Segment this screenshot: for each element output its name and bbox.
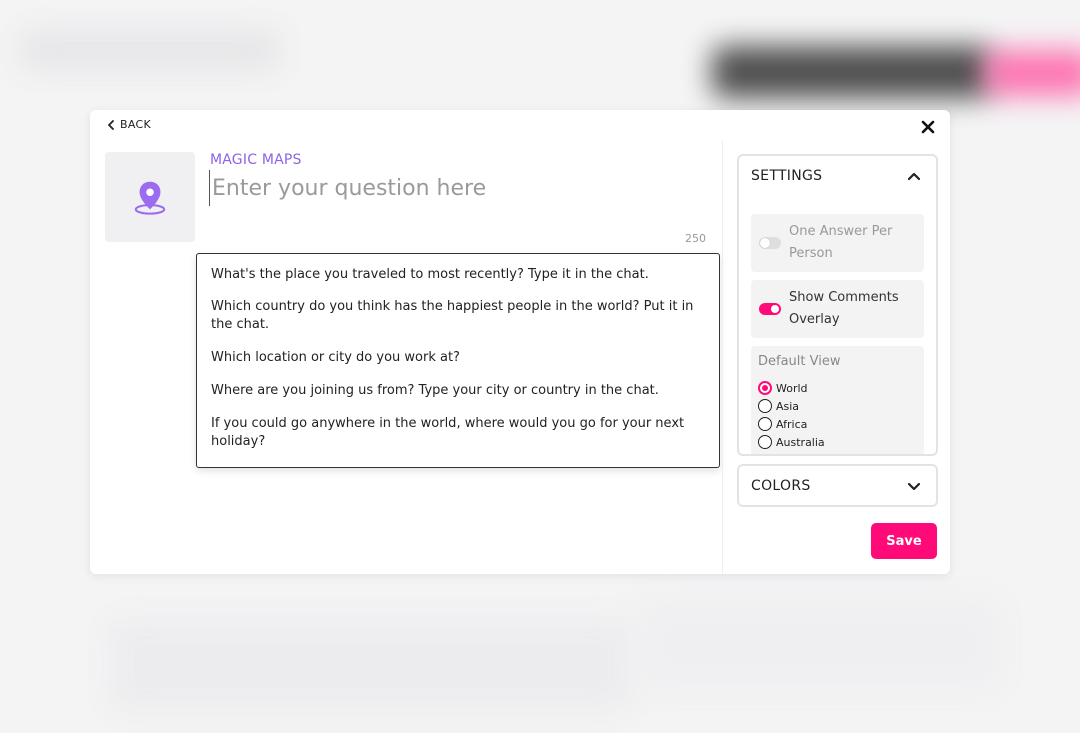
show-comments-option: Show Comments Overlay xyxy=(751,280,924,338)
radio-option-africa[interactable]: Africa xyxy=(758,415,917,433)
radio-option-asia[interactable]: Asia xyxy=(758,397,917,415)
default-view-group: Default View World Asia Africa Australia xyxy=(751,346,924,454)
char-limit-counter: 250 xyxy=(685,232,706,245)
show-comments-label: Show Comments Overlay xyxy=(789,290,899,327)
back-label: BACK xyxy=(120,118,151,131)
colors-accordion[interactable]: COLORS xyxy=(737,464,938,507)
show-comments-toggle[interactable] xyxy=(759,303,781,315)
colors-header[interactable]: COLORS xyxy=(739,466,936,505)
one-answer-toggle[interactable] xyxy=(759,237,781,249)
close-icon xyxy=(921,120,935,134)
radio-button[interactable] xyxy=(758,381,772,395)
background-shape xyxy=(985,50,1080,96)
question-type-label: MAGIC MAPS xyxy=(210,152,302,168)
back-button[interactable]: BACK xyxy=(106,118,151,131)
suggestion-item[interactable]: If you could go anywhere in the world, w… xyxy=(211,415,705,451)
question-input[interactable] xyxy=(209,170,709,206)
suggestion-item[interactable]: What's the place you traveled to most re… xyxy=(211,266,705,284)
one-answer-label: One Answer Per Person xyxy=(789,224,893,261)
map-pin-icon xyxy=(134,181,166,215)
background-shape xyxy=(110,620,630,710)
radio-button[interactable] xyxy=(758,435,772,449)
save-button[interactable]: Save xyxy=(871,523,937,559)
one-answer-option: One Answer Per Person xyxy=(751,214,924,272)
suggestion-item[interactable]: Where are you joining us from? Type your… xyxy=(211,382,705,400)
settings-panel: SETTINGS One Answer Per Person Show Comm… xyxy=(722,140,950,574)
radio-option-australia[interactable]: Australia xyxy=(758,433,917,451)
radio-label: Australia xyxy=(776,435,825,449)
background-shape xyxy=(20,30,280,70)
default-view-title: Default View xyxy=(758,354,841,369)
radio-label: Africa xyxy=(776,417,808,431)
radio-button[interactable] xyxy=(758,399,772,413)
settings-title: SETTINGS xyxy=(751,168,823,184)
suggestion-item[interactable]: Which country do you think has the happi… xyxy=(211,298,705,334)
radio-option-world[interactable]: World xyxy=(758,379,917,397)
question-type-thumbnail xyxy=(105,152,195,242)
radio-button[interactable] xyxy=(758,417,772,431)
radio-label: World xyxy=(776,381,808,395)
chevron-down-icon xyxy=(907,482,921,490)
chevron-left-icon xyxy=(108,119,114,130)
question-suggestions-dropdown: What's the place you traveled to most re… xyxy=(196,253,720,468)
background-shape xyxy=(640,600,1000,690)
background-shape xyxy=(712,46,992,98)
settings-accordion: SETTINGS One Answer Per Person Show Comm… xyxy=(737,154,938,456)
settings-header[interactable]: SETTINGS xyxy=(739,158,936,194)
colors-title: COLORS xyxy=(751,477,811,494)
chevron-up-icon xyxy=(907,172,921,181)
question-editor-modal: BACK MAGIC MAPS 250 What's the place you… xyxy=(90,110,950,574)
radio-label: Asia xyxy=(776,399,800,413)
close-button[interactable] xyxy=(920,119,936,135)
suggestion-item[interactable]: Which location or city do you work at? xyxy=(211,349,705,367)
